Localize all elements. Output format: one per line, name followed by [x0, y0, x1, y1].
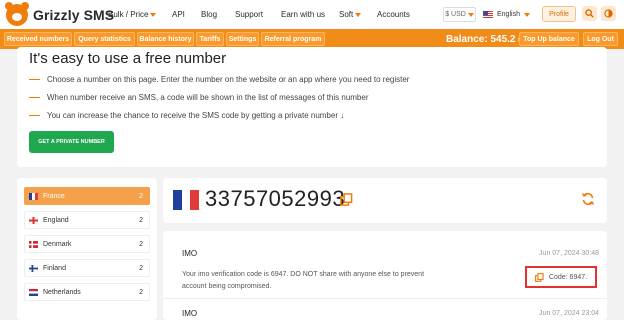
info-card: It's easy to use a free number Choose a … — [17, 47, 607, 167]
chevron-down-icon — [150, 12, 157, 17]
country-item-finland[interactable]: Finland 2 — [24, 259, 150, 277]
info-bullet-text: When number receive an SMS, a code will … — [47, 93, 369, 102]
country-count: 2 — [139, 192, 143, 200]
country-count: 2 — [139, 240, 143, 248]
message-date: Jun 07, 2024 30:48 — [539, 250, 599, 257]
chevron-down-icon — [467, 12, 474, 17]
message-sender: IMO — [182, 249, 198, 258]
info-bullet: Choose a number on this page. Enter the … — [29, 75, 409, 84]
divider — [163, 298, 607, 299]
country-item-england[interactable]: England 2 — [24, 211, 150, 229]
country-item-netherlands[interactable]: Netherlands 2 — [24, 283, 150, 301]
nav-bulk-price-label: Bulk / Price — [108, 10, 149, 19]
country-name: Netherlands — [43, 288, 81, 296]
logout-button[interactable]: Log Out — [583, 32, 618, 46]
message-date: Jun 07, 2024 23:04 — [539, 310, 599, 317]
nav-soft-label: Soft — [339, 10, 354, 19]
tab-query-statistics[interactable]: Query statistics — [74, 32, 135, 46]
country-count: 2 — [139, 288, 143, 296]
logo[interactable]: Grizzly SMS — [5, 1, 115, 26]
currency-label: $ USD — [445, 11, 466, 18]
england-flag-icon — [29, 216, 38, 224]
nav-accounts[interactable]: Accounts — [377, 10, 410, 19]
country-count: 2 — [139, 216, 143, 224]
currency-select[interactable]: $ USD — [443, 7, 476, 22]
tab-settings[interactable]: Settings — [226, 32, 259, 46]
language-label: English — [497, 11, 520, 18]
info-title: It's easy to use a free number — [29, 50, 227, 67]
nav-earn[interactable]: Earn with us — [281, 10, 325, 19]
number-panel: 33757052993 — [163, 178, 607, 223]
tab-balance-history[interactable]: Balance history — [137, 32, 194, 46]
nav-blog[interactable]: Blog — [201, 10, 217, 19]
nav-api[interactable]: API — [172, 10, 185, 19]
country-item-france[interactable]: France 2 — [24, 187, 150, 205]
info-bullet: You can increase the chance to receive t… — [29, 111, 344, 120]
chevron-down-icon — [523, 12, 530, 17]
country-list: France 2 England 2 Denmark 2 Finland 2 N… — [17, 178, 157, 320]
copy-icon — [534, 272, 544, 282]
language-select[interactable]: English — [483, 7, 530, 22]
half-moon-icon — [604, 9, 613, 18]
nav-support[interactable]: Support — [235, 10, 263, 19]
us-flag-icon — [483, 11, 493, 18]
tab-tariffs[interactable]: Tariffs — [196, 32, 224, 46]
top-up-button[interactable]: Top Up balance — [519, 32, 579, 46]
sms-code: Code: 6947. — [548, 273, 588, 281]
netherlands-flag-icon — [29, 288, 38, 296]
search-button[interactable] — [582, 6, 597, 21]
finland-flag-icon — [29, 264, 38, 272]
nav-bulk-price[interactable]: Bulk / Price — [108, 10, 157, 19]
country-item-denmark[interactable]: Denmark 2 — [24, 235, 150, 253]
france-flag-icon — [29, 192, 38, 200]
phone-number: 33757052993 — [205, 186, 346, 211]
theme-toggle-button[interactable] — [601, 6, 616, 21]
info-bullet-text: Choose a number on this page. Enter the … — [47, 75, 410, 84]
top-navigation: Grizzly SMS Bulk / Price API Blog Suppor… — [0, 0, 624, 29]
message-list: IMO Jun 07, 2024 30:48 Your imo verifica… — [163, 231, 607, 320]
tab-referral-program[interactable]: Referral program — [261, 32, 325, 46]
message-sender: IMO — [182, 309, 198, 318]
search-icon — [585, 9, 594, 18]
code-copy-button[interactable]: Code: 6947. — [525, 266, 597, 288]
denmark-flag-icon — [29, 240, 38, 248]
france-flag-icon — [173, 190, 200, 210]
refresh-icon[interactable] — [581, 192, 595, 206]
info-bullet-text: You can increase the chance to receive t… — [47, 111, 345, 120]
profile-button[interactable]: Profile — [542, 6, 576, 22]
message-text: Your imo verification code is 6947. DO N… — [182, 271, 425, 290]
bear-logo-icon — [5, 1, 29, 26]
nav-soft[interactable]: Soft — [339, 10, 362, 19]
country-count: 2 — [139, 264, 143, 272]
info-bullet: When number receive an SMS, a code will … — [29, 93, 369, 102]
country-name: England — [43, 216, 69, 224]
country-name: France — [43, 192, 65, 200]
brand-name: Grizzly SMS — [33, 6, 115, 23]
chevron-down-icon — [355, 12, 362, 17]
tab-received-numbers[interactable]: Received numbers — [4, 32, 72, 46]
account-toolbar: Received numbers Query statistics Balanc… — [0, 29, 624, 49]
country-name: Denmark — [43, 240, 72, 248]
country-name: Finland — [43, 264, 66, 272]
get-private-number-button[interactable]: GET A PRIVATE NUMBER — [29, 131, 114, 153]
balance-display: Balance: 545.2 ₽ — [446, 34, 525, 45]
copy-icon[interactable] — [340, 193, 353, 206]
